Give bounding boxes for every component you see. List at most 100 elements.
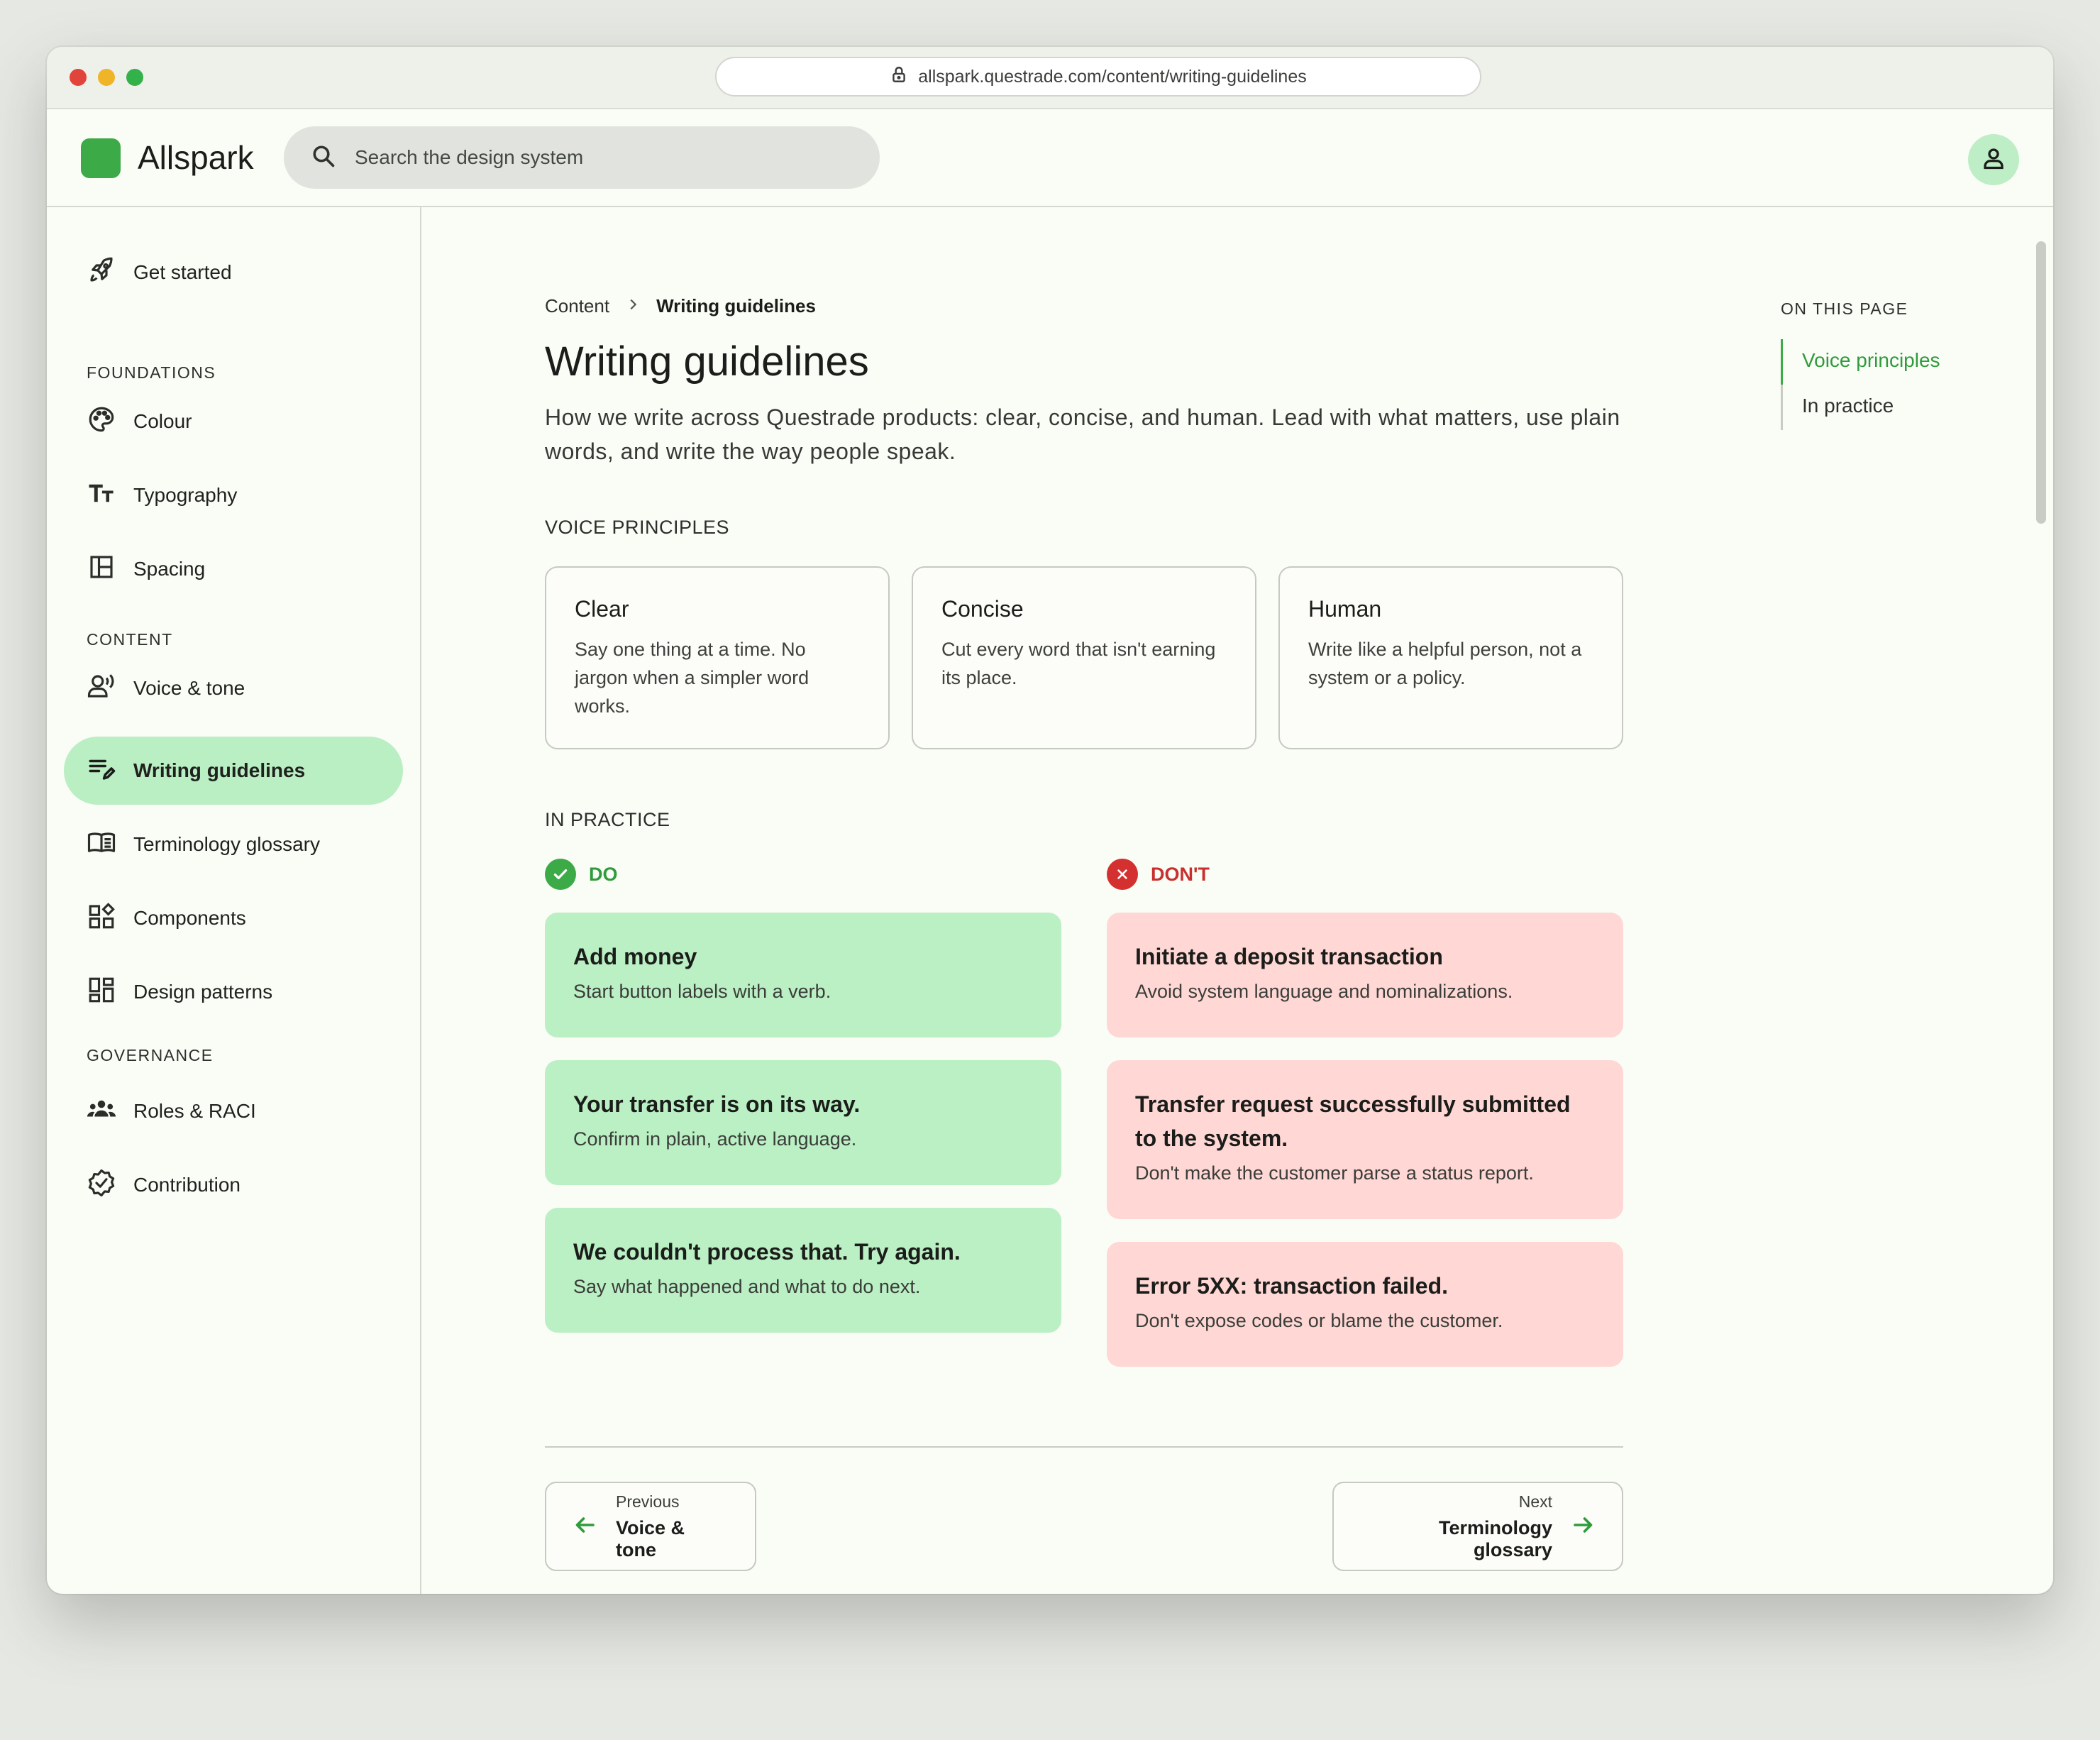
page-lead: How we write across Questrade products: … xyxy=(545,404,1620,464)
sidebar-item-label: Typography xyxy=(133,484,238,506)
sidebar-item-label: Voice & tone xyxy=(133,677,245,699)
groups-icon xyxy=(87,1094,116,1129)
example-note: Don't expose codes or blame the customer… xyxy=(1135,1310,1503,1331)
sidebar-item-colour[interactable]: Colour xyxy=(64,387,403,456)
lock-icon xyxy=(890,65,908,89)
sidebar-item-get-started[interactable]: Get started xyxy=(64,238,403,307)
dont-example-card: Initiate a deposit transaction Avoid sys… xyxy=(1107,913,1623,1037)
breadcrumb: Content Writing guidelines xyxy=(545,295,816,317)
example-title: We couldn't process that. Try again. xyxy=(573,1239,961,1265)
chevron-right-icon xyxy=(625,295,641,317)
content-divider xyxy=(545,1446,1623,1448)
sidebar-item-terminology-glossary[interactable]: Terminology glossary xyxy=(64,810,403,879)
principle-body: Say one thing at a time. No jargon when … xyxy=(575,639,809,717)
sidebar-item-design-patterns[interactable]: Design patterns xyxy=(64,958,403,1026)
sidebar-item-typography[interactable]: Typography xyxy=(64,461,403,529)
arrow-right-icon xyxy=(1571,1512,1596,1541)
principle-card-clear: Clear Say one thing at a time. No jargon… xyxy=(545,566,890,749)
principle-title: Clear xyxy=(575,596,629,622)
previous-destination: Voice & tone xyxy=(616,1516,685,1560)
sidebar-item-contribution[interactable]: Contribution xyxy=(64,1151,403,1219)
sidebar-item-label: Colour xyxy=(133,410,192,432)
example-note: Don't make the customer parse a status r… xyxy=(1135,1162,1534,1184)
brand-logo[interactable] xyxy=(81,138,121,178)
example-title: Initiate a deposit transaction xyxy=(1135,944,1443,969)
url-text: allspark.questrade.com/content/writing-g… xyxy=(918,66,1307,87)
example-title: Add money xyxy=(573,944,697,969)
palette-icon xyxy=(87,404,116,439)
layout-icon xyxy=(87,552,116,587)
widgets-icon xyxy=(87,901,116,936)
dont-column-heading: DON'T xyxy=(1107,859,1210,890)
sidebar-item-label: Get started xyxy=(133,261,232,283)
do-column-heading: DO xyxy=(545,859,618,890)
sidebar-item-label: Roles & RACI xyxy=(133,1100,256,1122)
dashboard-icon xyxy=(87,975,116,1010)
example-title: Transfer request successfully submitted … xyxy=(1135,1091,1571,1151)
do-example-card: We couldn't process that. Try again. Say… xyxy=(545,1208,1061,1333)
rocket-icon xyxy=(87,255,116,290)
search-icon xyxy=(311,143,336,172)
previous-page-button[interactable]: Previous Voice & tone xyxy=(545,1482,756,1571)
example-note: Say what happened and what to do next. xyxy=(573,1276,921,1297)
example-title: Error 5XX: transaction failed. xyxy=(1135,1273,1449,1299)
dont-example-card: Transfer request successfully submitted … xyxy=(1107,1060,1623,1219)
browser-window: allspark.questrade.com/content/writing-g… xyxy=(47,47,2053,1594)
app-header: Allspark xyxy=(47,109,2053,207)
sidebar-item-components[interactable]: Components xyxy=(64,884,403,952)
next-page-button[interactable]: Next Terminology glossary xyxy=(1332,1482,1623,1571)
user-avatar-button[interactable] xyxy=(1968,134,2019,185)
breadcrumb-current: Writing guidelines xyxy=(656,295,816,316)
do-example-card: Your transfer is on its way. Confirm in … xyxy=(545,1060,1061,1185)
sidebar-item-label: Spacing xyxy=(133,558,206,580)
sidebar-item-roles-raci[interactable]: Roles & RACI xyxy=(64,1077,403,1145)
example-title: Your transfer is on its way. xyxy=(573,1091,861,1117)
do-label: DO xyxy=(589,863,618,885)
previous-label: Previous xyxy=(616,1492,680,1511)
cancel-circle-icon xyxy=(1107,859,1138,890)
search-bar[interactable] xyxy=(284,126,880,189)
principle-body: Write like a helpful person, not a syste… xyxy=(1308,639,1582,688)
example-note: Start button labels with a verb. xyxy=(573,981,831,1002)
principle-card-concise: Concise Cut every word that isn't earnin… xyxy=(912,566,1256,749)
verified-badge-icon xyxy=(87,1168,116,1203)
check-circle-icon xyxy=(545,859,576,890)
close-window-button[interactable] xyxy=(70,69,87,86)
maximize-window-button[interactable] xyxy=(126,69,143,86)
example-note: Confirm in plain, active language. xyxy=(573,1128,857,1150)
sidebar-item-label: Terminology glossary xyxy=(133,833,320,855)
brand-name[interactable]: Allspark xyxy=(138,138,254,177)
page-scrollbar[interactable] xyxy=(2036,241,2046,524)
breadcrumb-link-content[interactable]: Content xyxy=(545,295,609,317)
principle-title: Concise xyxy=(941,596,1024,622)
sidebar-item-label: Writing guidelines xyxy=(133,759,306,781)
toc-item-voice-principles[interactable]: Voice principles xyxy=(1802,349,1940,372)
search-input[interactable] xyxy=(355,146,780,169)
sidebar-item-voice-tone[interactable]: Voice & tone xyxy=(64,654,403,722)
edit-note-icon xyxy=(87,754,116,788)
sidebar-item-label: Design patterns xyxy=(133,981,273,1003)
nav-section-governance: GOVERNANCE xyxy=(87,1046,214,1064)
principle-title: Human xyxy=(1308,596,1382,622)
speaking-person-icon xyxy=(87,671,116,706)
do-example-card: Add money Start button labels with a ver… xyxy=(545,913,1061,1037)
sidebar-nav: Get started FOUNDATIONS Colour Typograph… xyxy=(47,207,421,1594)
next-label: Next xyxy=(1518,1492,1552,1511)
sidebar-item-label: Components xyxy=(133,907,246,929)
sidebar-item-writing-guidelines[interactable]: Writing guidelines xyxy=(64,737,403,805)
principle-card-human: Human Write like a helpful person, not a… xyxy=(1278,566,1623,749)
voice-principles-heading: VOICE PRINCIPLES xyxy=(545,517,730,538)
text-size-icon xyxy=(87,478,116,513)
nav-section-foundations: FOUNDATIONS xyxy=(87,363,216,382)
page-title: Writing guidelines xyxy=(545,338,869,385)
sidebar-item-spacing[interactable]: Spacing xyxy=(64,535,403,603)
minimize-window-button[interactable] xyxy=(98,69,115,86)
book-icon xyxy=(87,827,116,862)
toc-item-in-practice[interactable]: In practice xyxy=(1802,395,1894,417)
toc-heading: ON THIS PAGE xyxy=(1781,299,1908,318)
dont-label: DON'T xyxy=(1151,863,1210,885)
address-bar[interactable]: allspark.questrade.com/content/writing-g… xyxy=(715,57,1481,97)
in-practice-heading: IN PRACTICE xyxy=(545,809,670,830)
arrow-left-icon xyxy=(572,1512,597,1541)
sidebar-item-label: Contribution xyxy=(133,1174,241,1196)
